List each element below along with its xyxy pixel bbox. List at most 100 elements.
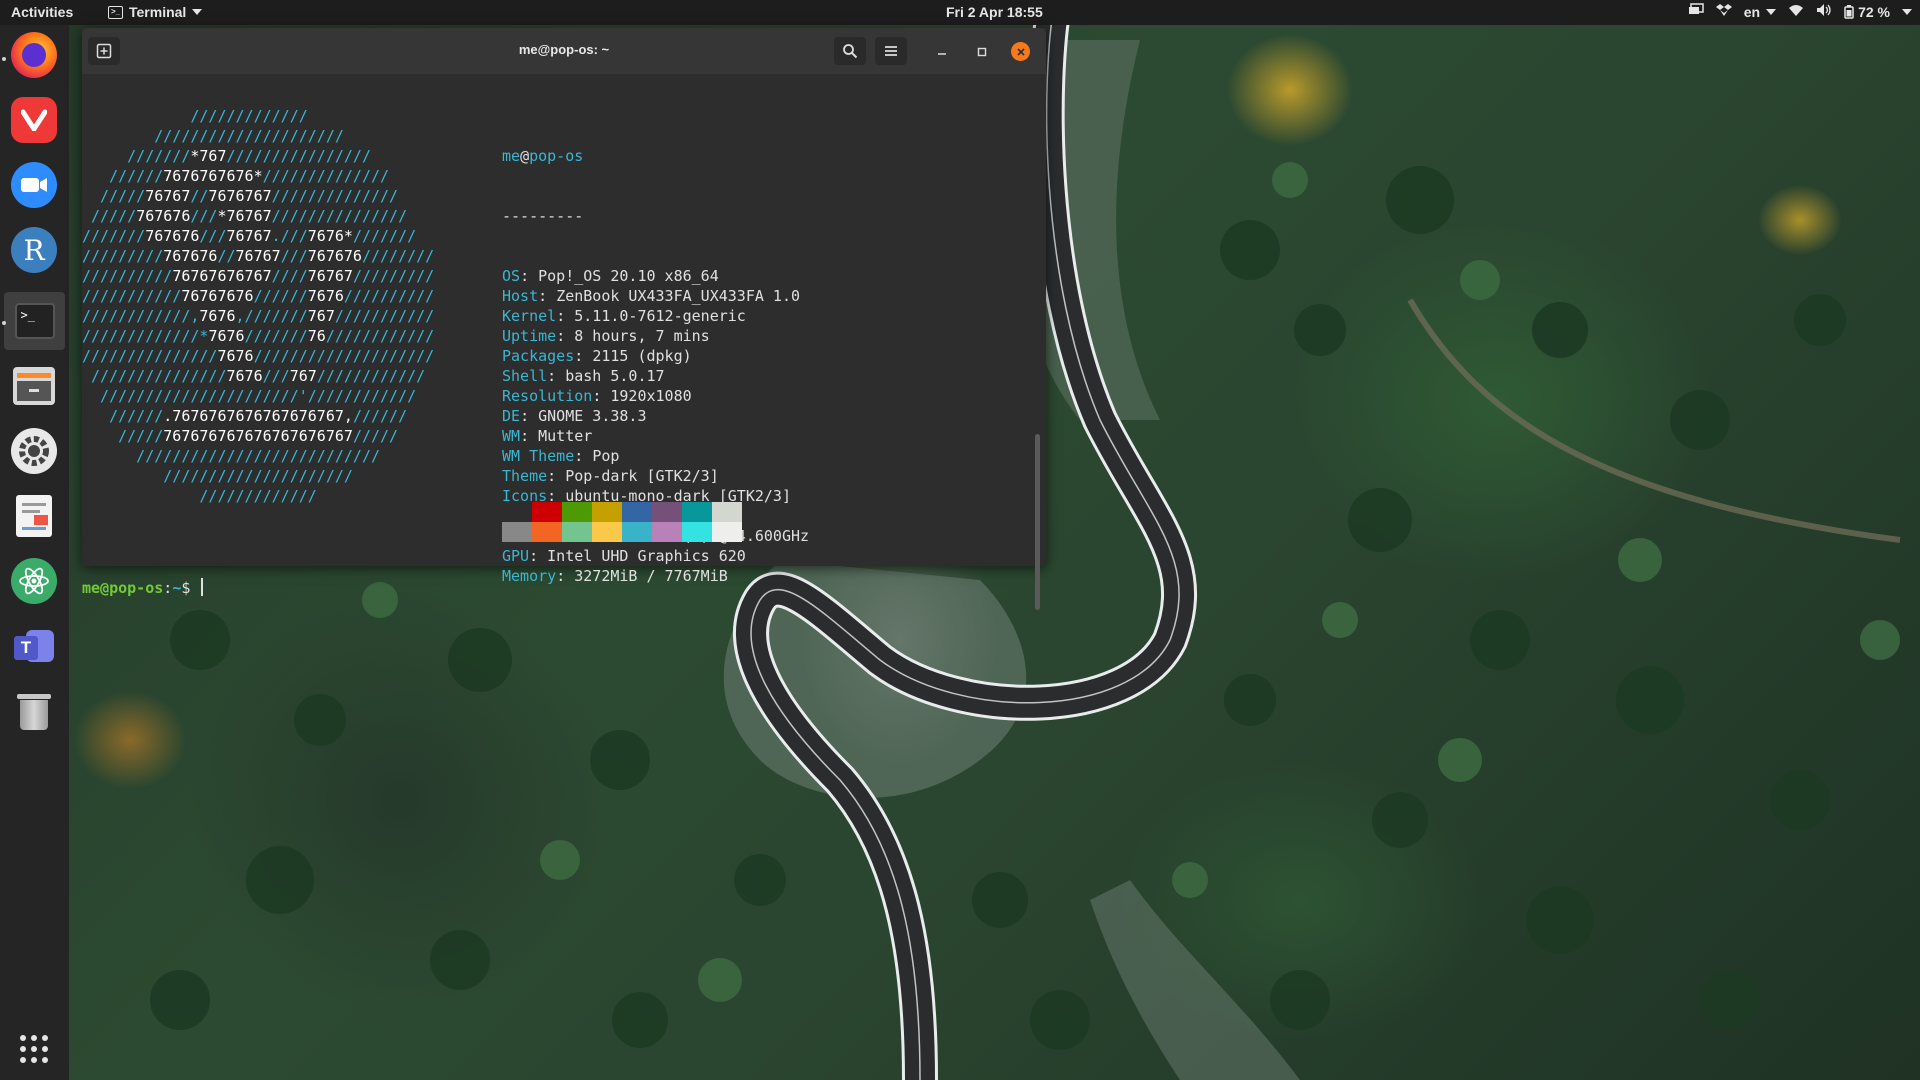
screen-share-icon[interactable] — [1688, 3, 1704, 20]
prompt-symbol: $ — [181, 579, 200, 597]
palette-swatch — [622, 522, 652, 542]
palette-swatch — [592, 522, 622, 542]
dock-item-teams[interactable]: T — [10, 622, 58, 670]
logo-segment: 767 — [307, 307, 335, 325]
info-colon: : — [520, 427, 539, 445]
logo-segment: ///////////////////// — [82, 127, 344, 145]
logo-segment: ,/////// — [235, 307, 308, 325]
dock-item-terminal[interactable]: >_ — [4, 292, 65, 350]
logo-line: ///////767676///76767.///7676*/////// — [82, 226, 482, 246]
chevron-down-icon — [192, 9, 203, 15]
dock-item-firefox[interactable] — [10, 31, 58, 79]
hamburger-menu-icon — [885, 46, 897, 56]
prompt-colon: : — [163, 579, 173, 597]
info-colon: : — [547, 367, 566, 385]
close-button[interactable] — [1011, 42, 1030, 61]
dock-item-files[interactable] — [10, 362, 58, 410]
palette-swatch — [532, 522, 562, 542]
logo-segment: ////////////// — [271, 187, 399, 205]
info-value: Pop-dark [GTK2/3] — [565, 467, 719, 485]
info-value: ZenBook UX433FA_UX433FA 1.0 — [556, 287, 801, 305]
logo-segment: *76767 — [217, 207, 272, 225]
info-label: Uptime — [502, 327, 557, 345]
clock-button[interactable]: Fri 2 Apr 18:55 — [946, 4, 1043, 20]
logo-segment: 7676 — [199, 307, 236, 325]
dropbox-icon[interactable] — [1715, 3, 1732, 20]
window-titlebar[interactable]: me@pop-os: ~ — [82, 28, 1046, 74]
dock-item-r[interactable]: R — [10, 226, 58, 274]
logo-segment: ////// — [82, 407, 164, 425]
minimize-button[interactable] — [932, 42, 952, 62]
prompt-user-host: me@pop-os — [82, 579, 164, 597]
dock-item-trash[interactable] — [10, 687, 58, 735]
info-value: Intel UHD Graphics 620 — [547, 547, 746, 565]
terminal-scrollbar[interactable] — [1035, 434, 1040, 610]
maximize-button[interactable] — [972, 42, 992, 62]
terminal-window[interactable]: me@pop-os: ~ ///////////// /////////////… — [82, 28, 1046, 610]
show-apps-button[interactable] — [10, 1025, 58, 1073]
logo-segment: 76767 — [226, 227, 272, 245]
search-button[interactable] — [834, 37, 866, 65]
logo-segment: /// — [280, 247, 308, 265]
info-label: Packages — [502, 347, 575, 365]
logo-segment: // — [217, 247, 236, 265]
logo-segment: ./// — [271, 227, 308, 245]
logo-line: ///////////////7676///767//////////// — [82, 366, 482, 386]
firefox-icon — [11, 32, 57, 78]
info-value: 8 hours, 7 mins — [574, 327, 710, 345]
info-line: Kernel: 5.11.0-7612-generic — [502, 306, 809, 326]
minimize-icon — [938, 53, 946, 55]
info-label: Host — [502, 287, 539, 305]
logo-segment: 7676 — [307, 287, 344, 305]
logo-segment: ////// — [82, 167, 164, 185]
wifi-icon[interactable] — [1788, 3, 1804, 20]
logo-segment: /////////////////////////// — [82, 447, 381, 465]
info-value: bash 5.0.17 — [565, 367, 665, 385]
logo-segment: 7676 — [208, 327, 245, 345]
search-icon — [843, 44, 858, 59]
logo-segment: ////////// — [343, 287, 435, 305]
info-colon: : — [556, 327, 575, 345]
palette-swatch — [562, 522, 592, 542]
info-colon: : — [547, 467, 566, 485]
username: me — [502, 147, 521, 165]
maximize-icon — [977, 47, 987, 57]
shell-prompt[interactable]: me@pop-os:~$ — [82, 578, 204, 598]
info-colon: : — [574, 347, 593, 365]
logo-line: ////////////,7676,///////767/////////// — [82, 306, 482, 326]
dock-item-settings[interactable] — [10, 427, 58, 475]
palette-swatch — [502, 502, 532, 522]
info-line: OS: Pop!_OS 20.10 x86_64 — [502, 266, 809, 286]
terminal-content[interactable]: ///////////// ///////////////////// ////… — [82, 74, 1046, 610]
settings-icon — [11, 428, 57, 474]
logo-line: ///////*767//////////////// — [82, 146, 482, 166]
neofetch-logo: ///////////// ///////////////////// ////… — [82, 106, 482, 506]
text-cursor — [201, 578, 204, 596]
system-tray: en 72 % — [1688, 3, 1912, 20]
menu-button[interactable] — [875, 37, 907, 65]
info-label: WM — [502, 427, 521, 445]
logo-segment: ////// — [253, 287, 308, 305]
info-line: Host: ZenBook UX433FA_UX433FA 1.0 — [502, 286, 809, 306]
keyboard-layout-button[interactable]: en — [1744, 4, 1777, 20]
info-label: DE — [502, 407, 521, 425]
dock-item-atom[interactable] — [10, 557, 58, 605]
logo-segment: ///////// — [82, 247, 164, 265]
system-menu-chevron-icon[interactable] — [1902, 8, 1912, 15]
info-label: Memory — [502, 567, 557, 585]
info-value: 1920x1080 — [610, 387, 692, 405]
logo-segment: /////////// — [334, 307, 435, 325]
logo-segment: 7676 — [226, 367, 263, 385]
battery-status[interactable]: 72 % — [1844, 4, 1890, 20]
dock-item-vivaldi[interactable] — [10, 96, 58, 144]
volume-icon[interactable] — [1816, 3, 1832, 20]
dock-item-text-editor[interactable] — [10, 492, 58, 540]
logo-segment: //// — [271, 267, 308, 285]
logo-segment: *767 — [190, 147, 227, 165]
app-menu-button[interactable]: >_ Terminal — [108, 4, 203, 20]
dock-item-zoom[interactable] — [10, 161, 58, 209]
activities-button[interactable]: Activities — [11, 4, 73, 20]
logo-segment: /// — [190, 207, 218, 225]
info-line: Packages: 2115 (dpkg) — [502, 346, 809, 366]
text-editor-icon — [16, 495, 52, 537]
